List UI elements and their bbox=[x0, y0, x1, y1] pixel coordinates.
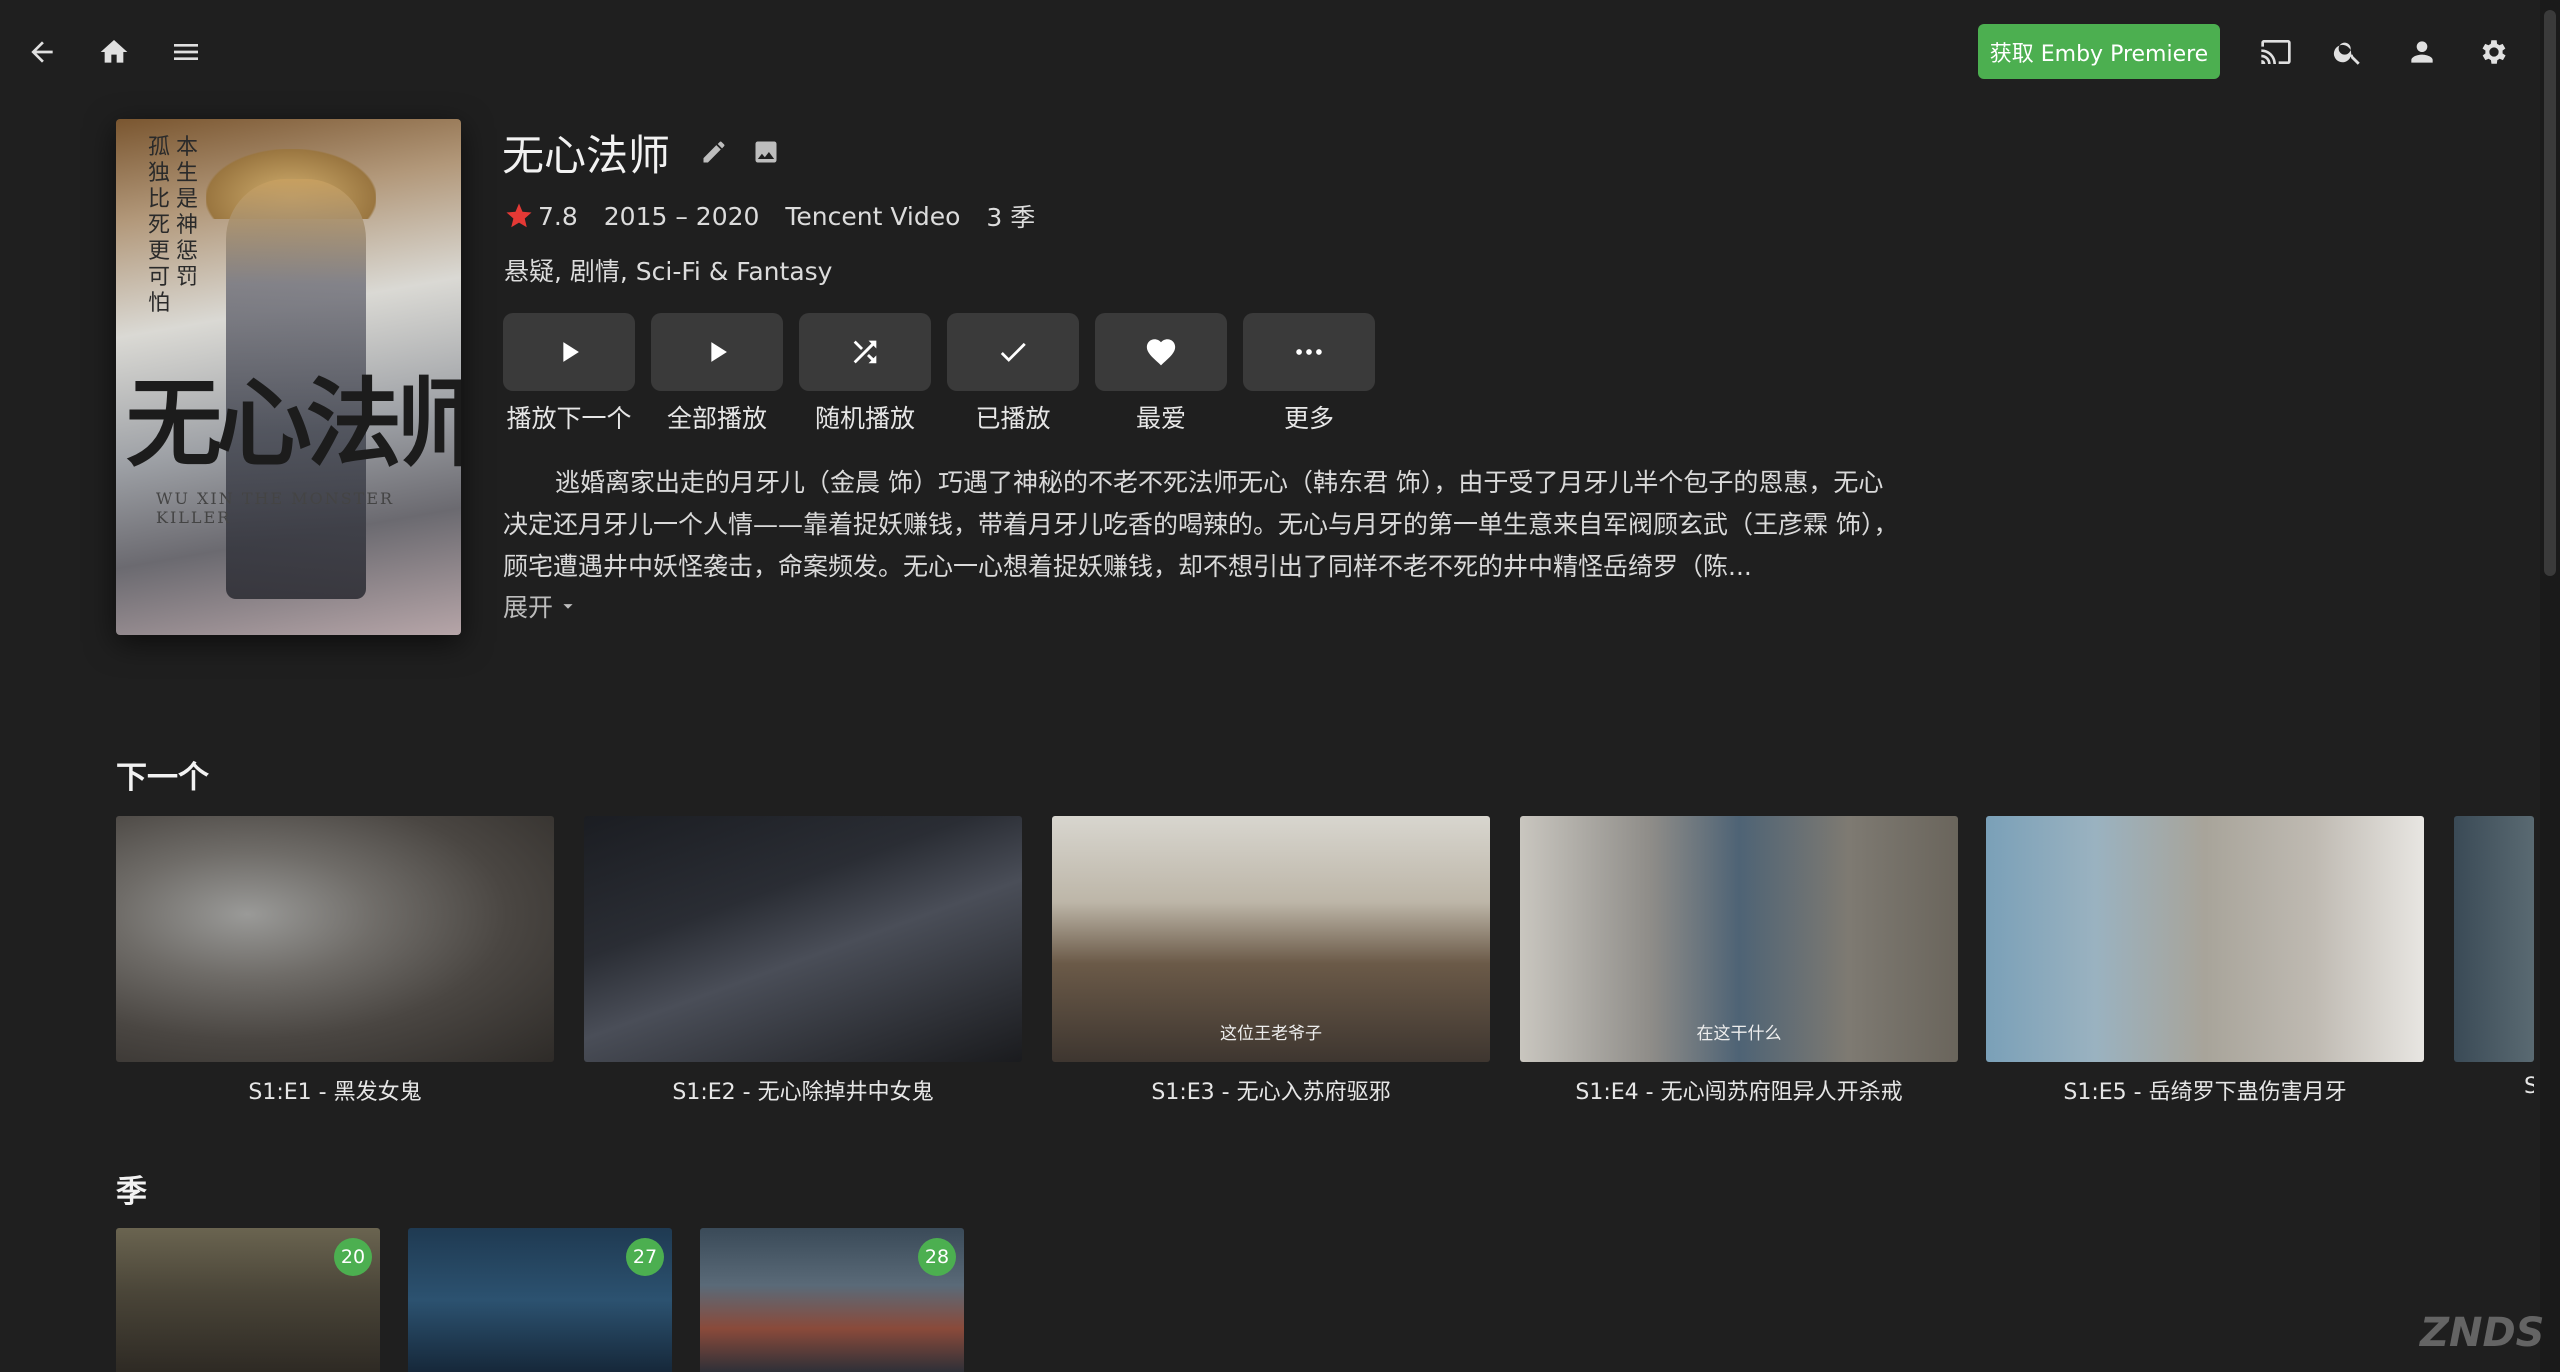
season-card[interactable]: 20 bbox=[116, 1228, 380, 1372]
search-button[interactable] bbox=[2318, 22, 2378, 82]
settings-button[interactable] bbox=[2464, 22, 2524, 82]
poster-tagline: 本生是神惩罚 bbox=[176, 135, 199, 290]
episode-title: S1:E2 - 无心除掉井中女鬼 bbox=[672, 1080, 934, 1105]
season-count: 3 季 bbox=[986, 203, 1036, 232]
episode-title: S1:E5 - 岳绮罗下蛊伤害月牙 bbox=[2063, 1080, 2347, 1105]
expand-overview-button[interactable]: 展开 bbox=[503, 588, 579, 624]
checkmark-icon bbox=[1000, 342, 1026, 362]
cast-button[interactable] bbox=[2246, 22, 2306, 82]
network-link[interactable]: Tencent Video bbox=[785, 202, 960, 231]
episode-title: S1:E1 - 黑发女鬼 bbox=[248, 1080, 422, 1105]
search-icon bbox=[2333, 42, 2360, 65]
action-label: 播放下一个 bbox=[506, 404, 632, 433]
home-icon bbox=[100, 40, 128, 63]
home-button[interactable] bbox=[84, 22, 144, 82]
episode-thumbnail: 在这干什么 bbox=[1520, 816, 1958, 1062]
episode-subtitle: 这位王老爷子 bbox=[1220, 1024, 1322, 1044]
caret-down-icon bbox=[563, 604, 573, 609]
more-dots-icon bbox=[1296, 349, 1322, 355]
episode-card[interactable]: S1:E5 - 岳绮罗下蛊伤害月牙 bbox=[1986, 816, 2424, 1106]
edit-images-button[interactable] bbox=[750, 136, 782, 168]
settings-gear-icon bbox=[2482, 40, 2506, 64]
cast-icon bbox=[2261, 40, 2291, 64]
series-meta: 7.8 2015 – 2020 Tencent Video 3 季 bbox=[504, 196, 1061, 236]
title-row: 无心法师 bbox=[502, 122, 782, 182]
play-next-button[interactable]: 播放下一个 bbox=[503, 313, 635, 435]
seasons-heading: 季 bbox=[116, 1174, 147, 1210]
episode-thumbnail bbox=[116, 816, 554, 1062]
episode-title: S1:E3 - 无心入苏府驱邪 bbox=[1151, 1080, 1391, 1105]
mark-played-button[interactable]: 已播放 bbox=[947, 313, 1079, 435]
menu-icon bbox=[174, 44, 198, 60]
play-all-icon bbox=[711, 342, 727, 362]
episode-count-badge: 28 bbox=[918, 1238, 956, 1276]
episode-card[interactable]: S1:E2 - 无心除掉井中女鬼 bbox=[584, 816, 1022, 1106]
scrollbar-thumb[interactable] bbox=[2544, 10, 2556, 576]
episode-count-badge: 27 bbox=[626, 1238, 664, 1276]
poster-english-title: WU XIN THE MONSTER KILLER bbox=[156, 489, 395, 527]
expand-label: 展开 bbox=[503, 593, 554, 622]
action-label: 最爱 bbox=[1135, 404, 1186, 433]
episode-title: S bbox=[2524, 1074, 2534, 1099]
episode-count-badge: 20 bbox=[334, 1238, 372, 1276]
action-label: 全部播放 bbox=[666, 404, 767, 433]
pencil-icon bbox=[703, 141, 725, 163]
favorite-button[interactable]: 最爱 bbox=[1095, 313, 1227, 435]
episode-thumbnail: 这位王老爷子 bbox=[1052, 816, 1490, 1062]
star-icon bbox=[504, 201, 534, 231]
season-card[interactable]: 28 bbox=[700, 1228, 964, 1372]
episode-thumbnail bbox=[1986, 816, 2424, 1062]
more-button[interactable]: 更多 bbox=[1243, 313, 1375, 435]
episode-subtitle: 在这干什么 bbox=[1696, 1024, 1782, 1044]
action-label: 已播放 bbox=[975, 404, 1051, 433]
menu-button[interactable] bbox=[156, 22, 216, 82]
series-title: 无心法师 bbox=[502, 130, 671, 180]
back-button[interactable] bbox=[12, 22, 72, 82]
episode-thumbnail bbox=[2454, 816, 2534, 1062]
watermark-logo: ZNDS bbox=[2420, 1310, 2545, 1356]
episode-card[interactable]: 这位王老爷子 S1:E3 - 无心入苏府驱邪 bbox=[1052, 816, 1490, 1106]
heart-icon bbox=[1146, 339, 1176, 366]
poster-tagline: 孤独比死更可怕 bbox=[148, 135, 171, 316]
community-rating: 7.8 bbox=[538, 201, 578, 231]
genres[interactable]: 悬疑, 剧情, Sci-Fi & Fantasy bbox=[504, 252, 832, 288]
action-label: 随机播放 bbox=[814, 404, 915, 433]
back-arrow-icon bbox=[31, 41, 53, 63]
shuffle-icon bbox=[853, 340, 877, 364]
poster-title-art: 无心法师 bbox=[126, 367, 461, 480]
user-button[interactable] bbox=[2392, 22, 2452, 82]
episode-card[interactable]: S bbox=[2454, 816, 2534, 1099]
episode-card[interactable]: S1:E1 - 黑发女鬼 bbox=[116, 816, 554, 1106]
series-poster[interactable]: 本生是神惩罚 孤独比死更可怕 无心法师 WU XIN THE MONSTER K… bbox=[116, 119, 461, 635]
shuffle-button[interactable]: 随机播放 bbox=[799, 313, 931, 435]
overview-text: 逃婚离家出走的月牙儿（金晨 饰）巧遇了神秘的不老不死法师无心（韩东君 饰），由于… bbox=[503, 468, 1899, 581]
user-icon bbox=[2411, 41, 2433, 63]
action-buttons: 播放下一个 全部播放 随机播放 已播放 最爱 更多 bbox=[503, 313, 1391, 435]
year-range: 2015 – 2020 bbox=[603, 201, 760, 231]
episode-title: S1:E4 - 无心闯苏府阻异人开杀戒 bbox=[1575, 1080, 1903, 1105]
action-label: 更多 bbox=[1283, 404, 1334, 433]
episode-thumbnail bbox=[584, 816, 1022, 1062]
season-card[interactable]: 27 bbox=[408, 1228, 672, 1372]
top-bar: 获取 Emby Premiere bbox=[0, 0, 2560, 104]
play-all-button[interactable]: 全部播放 bbox=[651, 313, 783, 435]
image-icon bbox=[755, 141, 777, 163]
get-premiere-button[interactable]: 获取 Emby Premiere bbox=[1978, 24, 2220, 79]
episode-card[interactable]: 在这干什么 S1:E4 - 无心闯苏府阻异人开杀戒 bbox=[1520, 816, 1958, 1106]
next-up-heading[interactable]: 下一个 bbox=[116, 752, 209, 797]
edit-button[interactable] bbox=[698, 136, 730, 168]
play-icon bbox=[563, 342, 579, 362]
